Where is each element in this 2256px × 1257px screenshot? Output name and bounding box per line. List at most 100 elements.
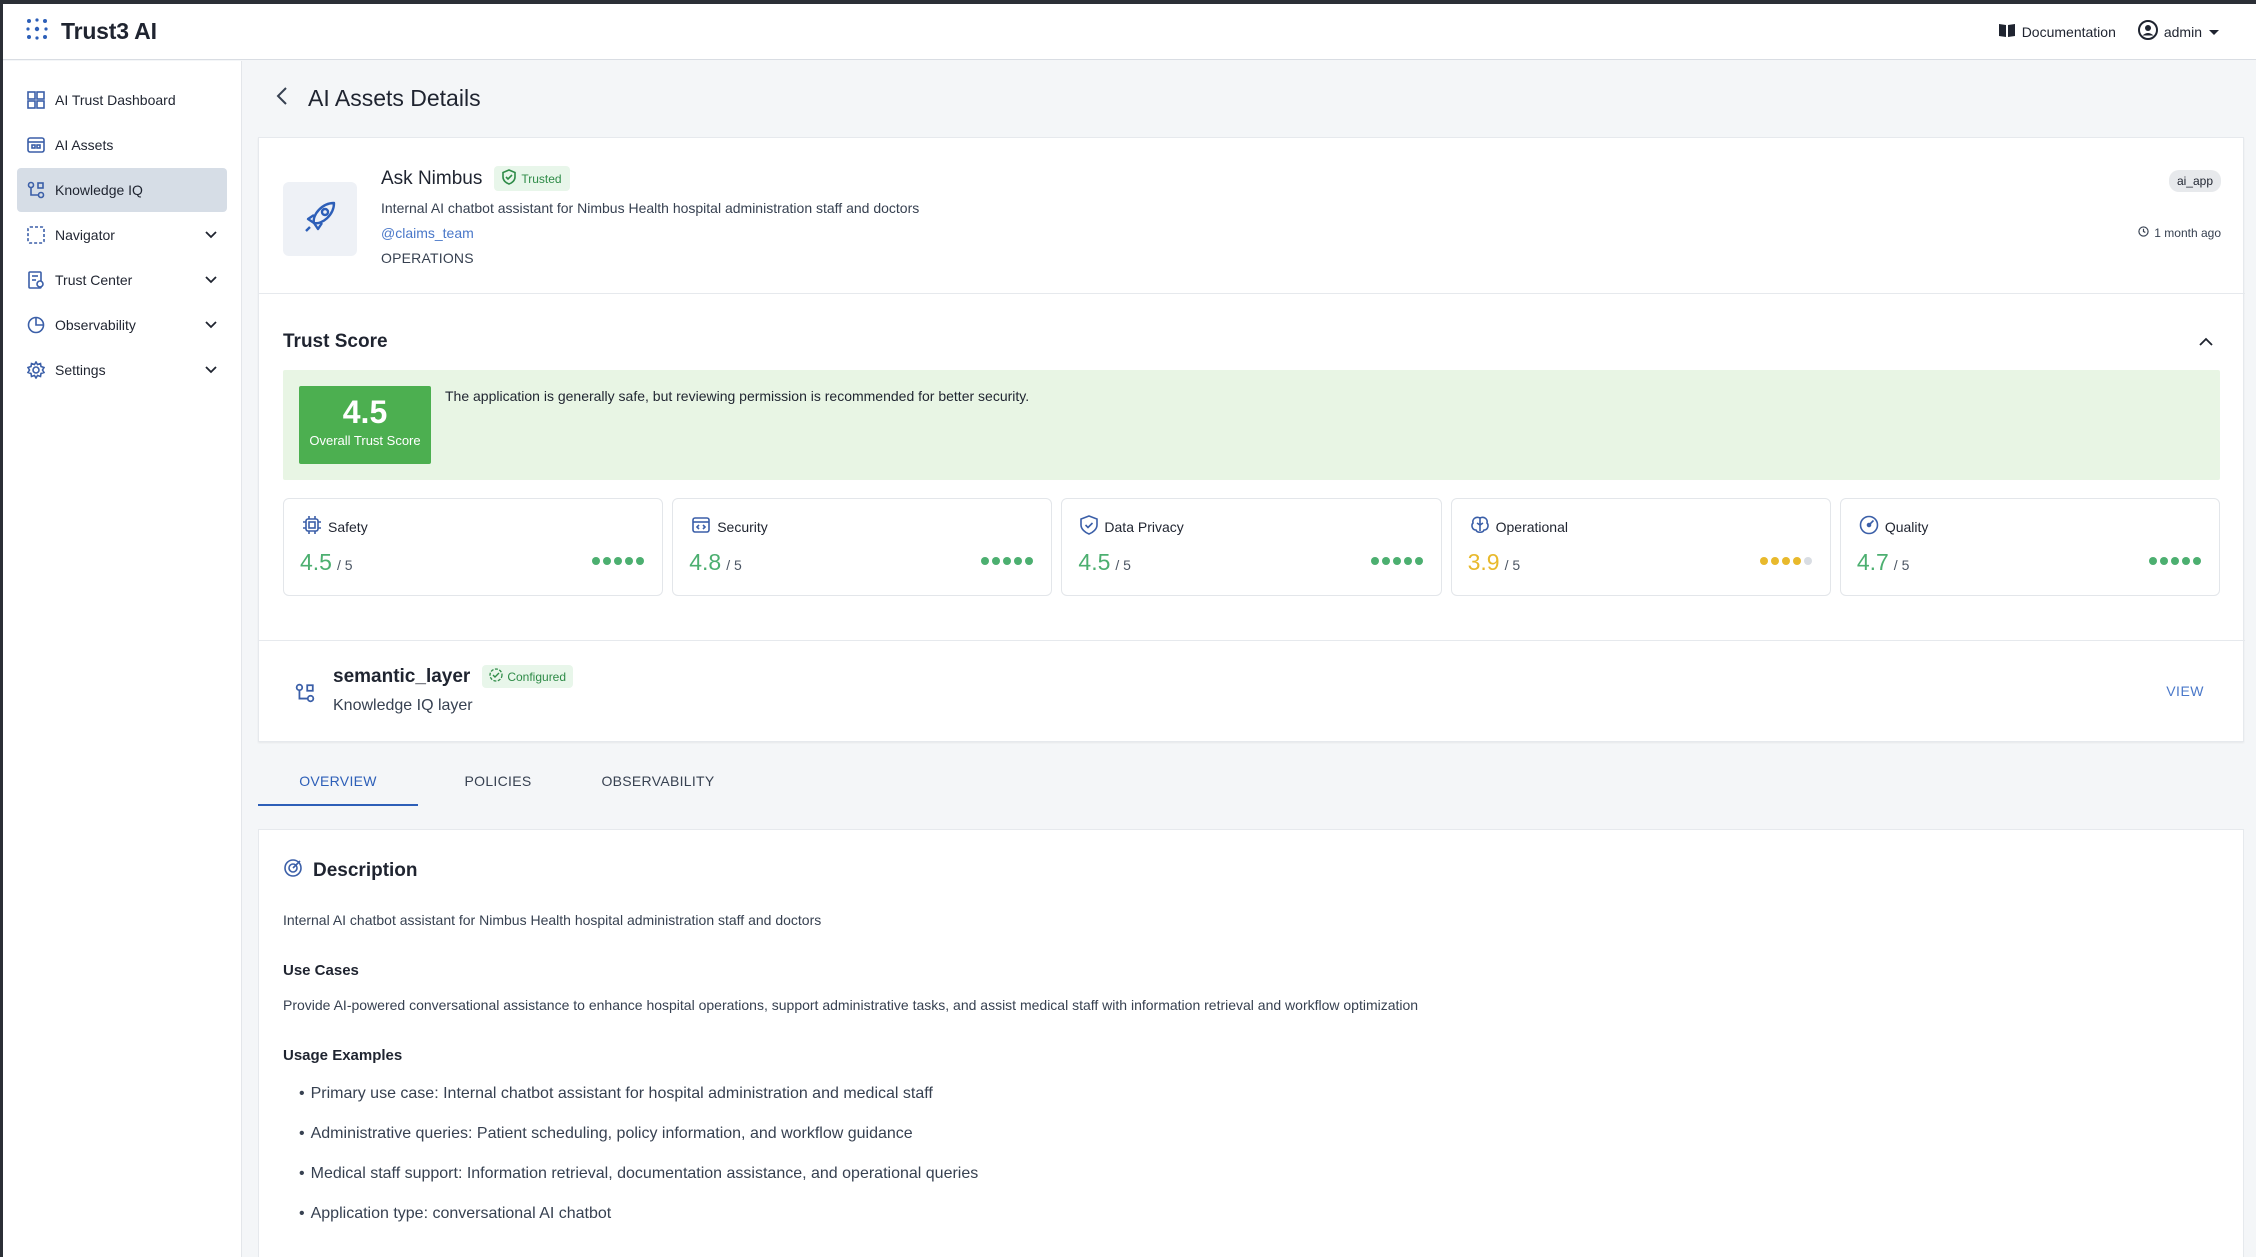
- rating-dots: [2149, 557, 2202, 565]
- rating-dot: [2182, 557, 2191, 565]
- brain-icon: [1470, 515, 1490, 538]
- rating-dot: [981, 557, 990, 565]
- back-arrow-icon[interactable]: [276, 86, 288, 111]
- sidebar-item-ai-trust-dashboard[interactable]: AI Trust Dashboard: [17, 78, 227, 122]
- rating-dot: [1025, 557, 1034, 565]
- chevron-up-icon[interactable]: [2199, 334, 2213, 352]
- tab-observability[interactable]: OBSERVABILITY: [578, 756, 738, 806]
- sidebar-item-label: Knowledge IQ: [55, 182, 143, 198]
- code-box-icon: [691, 515, 711, 538]
- asset-description: Internal AI chatbot assistant for Nimbus…: [381, 200, 920, 216]
- sidebar-item-trust-center[interactable]: Trust Center: [17, 258, 227, 302]
- tabs: OVERVIEW POLICIES OBSERVABILITY: [258, 756, 738, 806]
- sidebar-item-ai-assets[interactable]: AI Assets: [17, 123, 227, 167]
- user-name: admin: [2163, 23, 2202, 40]
- target-icon: [283, 858, 303, 883]
- clock-icon: [2138, 226, 2149, 240]
- divider: [259, 640, 2245, 641]
- rating-dots: [1759, 557, 1812, 565]
- rating-dot: [1770, 557, 1779, 565]
- metric-name: Quality: [1884, 518, 1929, 535]
- brand-logo-icon: [25, 17, 49, 46]
- list-item: Administrative queries: Patient scheduli…: [299, 1125, 978, 1165]
- chip-icon: [302, 515, 322, 538]
- rating-dot: [1014, 557, 1023, 565]
- tab-policies[interactable]: POLICIES: [418, 756, 578, 806]
- top-header: Trust3 AI Documentation admin: [3, 4, 2256, 60]
- sidebar-item-label: Settings: [55, 362, 106, 378]
- rating-dots: [981, 557, 1034, 565]
- rating-dot: [2193, 557, 2202, 565]
- metric-value: 3.9: [1467, 549, 1500, 575]
- sidebar-item-settings[interactable]: Settings: [17, 348, 227, 392]
- rating-dot: [614, 557, 623, 565]
- chevron-down-icon: [205, 361, 217, 379]
- tab-overview[interactable]: OVERVIEW: [258, 756, 418, 806]
- page-header: AI Assets Details: [276, 85, 481, 112]
- sidebar-item-label: Navigator: [55, 227, 115, 243]
- semantic-layer-name: semantic_layer: [333, 665, 471, 687]
- description-text: Internal AI chatbot assistant for Nimbus…: [283, 912, 822, 928]
- sidebar-item-label: AI Trust Dashboard: [55, 92, 176, 108]
- metric-card-quality: Quality 4.7 / 5: [1839, 498, 2221, 596]
- asset-department: OPERATIONS: [381, 250, 474, 266]
- rocket-icon: [300, 197, 340, 242]
- metric-max: / 5: [336, 557, 353, 573]
- list-item: Primary use case: Internal chatbot assis…: [299, 1085, 978, 1125]
- metric-card-security: Security 4.8 / 5: [672, 498, 1053, 596]
- rating-dot: [1392, 557, 1401, 565]
- updated-label: 1 month ago: [2154, 226, 2221, 240]
- shield-icon: [1080, 515, 1099, 538]
- rating-dot: [2171, 557, 2180, 565]
- documentation-link[interactable]: Documentation: [1998, 22, 2116, 41]
- metric-name: Security: [717, 518, 768, 535]
- overall-score-box: 4.5 Overall Trust Score: [299, 386, 431, 464]
- documentation-label: Documentation: [2021, 23, 2116, 40]
- asset-type-chip: ai_app: [2168, 170, 2221, 192]
- trusted-badge: Trusted: [494, 166, 570, 191]
- user-menu[interactable]: admin: [2137, 20, 2220, 43]
- account-circle-icon: [2137, 20, 2158, 43]
- rating-dot: [1003, 557, 1012, 565]
- gauge-icon: [1859, 515, 1879, 538]
- overview-card: Description Internal AI chatbot assistan…: [258, 829, 2244, 1257]
- metric-cards: Safety 4.5 / 5 Security 4.8 / 5 Data Pri…: [283, 498, 2221, 596]
- trust-score-title: Trust Score: [283, 331, 388, 352]
- asset-info: Ask Nimbus Trusted Internal AI chatbot a…: [381, 166, 919, 266]
- asset-card: Ask Nimbus Trusted Internal AI chatbot a…: [258, 137, 2245, 742]
- knowledge-icon: [27, 181, 45, 199]
- rating-dots: [1370, 557, 1423, 565]
- overall-score: 4.5: [342, 394, 388, 430]
- brand[interactable]: Trust3 AI: [25, 17, 157, 46]
- sidebar: AI Trust Dashboard AI Assets Knowledge I…: [3, 61, 242, 1257]
- usage-examples-list: Primary use case: Internal chatbot assis…: [299, 1085, 979, 1245]
- rating-dot: [1414, 557, 1423, 565]
- trusted-label: Trusted: [521, 171, 562, 186]
- metric-max: / 5: [1893, 557, 1910, 573]
- book-icon: [1998, 22, 2016, 41]
- metric-name: Safety: [328, 518, 368, 535]
- sidebar-item-knowledge-iq[interactable]: Knowledge IQ: [17, 168, 227, 212]
- page-title: AI Assets Details: [308, 85, 481, 111]
- rating-dot: [592, 557, 601, 565]
- rating-dot: [1781, 557, 1790, 565]
- asset-name: Ask Nimbus: [381, 167, 483, 189]
- use-cases-title: Use Cases: [283, 962, 359, 979]
- view-button[interactable]: VIEW: [2166, 683, 2204, 699]
- shield-check-icon: [502, 169, 517, 188]
- sidebar-item-label: Observability: [55, 317, 136, 333]
- metric-card-operational: Operational 3.9 / 5: [1450, 498, 1831, 596]
- metric-card-data-privacy: Data Privacy 4.5 / 5: [1061, 498, 1442, 596]
- rating-dot: [636, 557, 645, 565]
- use-cases-text: Provide AI-powered conversational assist…: [283, 997, 1419, 1013]
- trust-score-message: The application is generally safe, but r…: [445, 388, 1030, 404]
- sidebar-item-observability[interactable]: Observability: [17, 303, 227, 347]
- sidebar-item-label: AI Assets: [55, 137, 114, 153]
- asset-team-link[interactable]: @claims_team: [381, 225, 919, 241]
- sidebar-item-label: Trust Center: [55, 272, 133, 288]
- rating-dot: [1792, 557, 1801, 565]
- sidebar-item-navigator[interactable]: Navigator: [17, 213, 227, 257]
- metric-max: / 5: [1115, 557, 1131, 573]
- description-title: Description: [313, 859, 418, 881]
- metric-value: 4.8: [689, 549, 722, 575]
